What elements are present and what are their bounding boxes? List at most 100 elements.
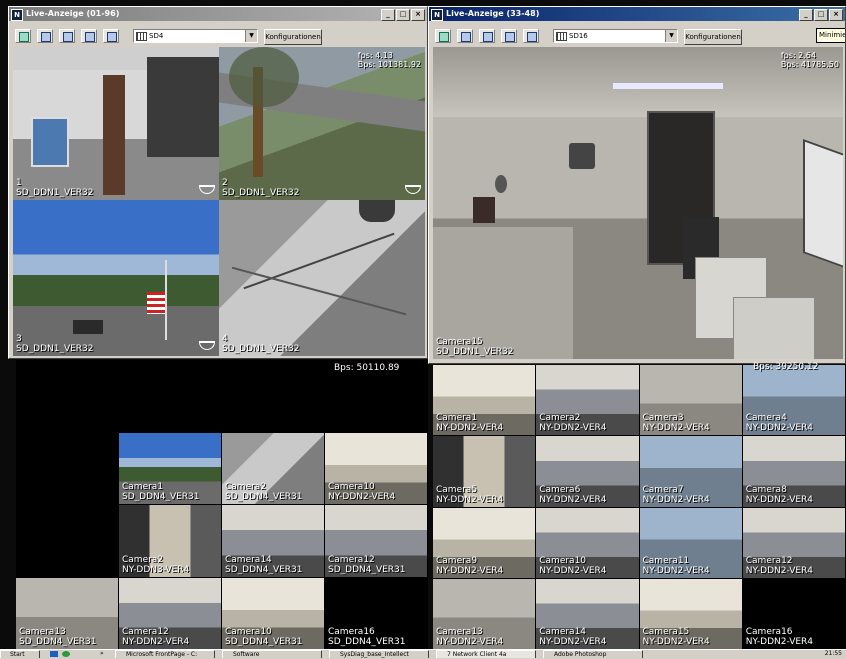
task-frontpage[interactable]: Microsoft FrontPage - C: — [115, 650, 215, 658]
camera-tile-2[interactable]: fps: 4.13 Bps: 101381.92 2 SD_DDN1_VER32 — [219, 47, 425, 200]
camera-tile[interactable]: Camera14 SD_DDN4_VER31 — [222, 505, 324, 577]
layout-25-button[interactable] — [103, 29, 119, 43]
fps-readout: fps: 2.64 Bps: 41785.50 — [780, 51, 839, 69]
camera-name: Camera11 — [642, 555, 690, 566]
dome-camera-icon — [199, 185, 215, 194]
camera-label: Camera12 SD_DDN4_VER31 — [328, 555, 406, 575]
camera-tile[interactable]: Camera1 NY-DDN2-VER4 — [433, 365, 536, 436]
camera-tile[interactable]: Camera4 NY-DDN2-VER4 — [742, 365, 845, 436]
layout-select[interactable]: SD4 ▼ — [133, 29, 258, 43]
task-photoshop[interactable]: Adobe Photoshop — [543, 650, 643, 658]
task-software[interactable]: Software — [222, 650, 322, 658]
camera-label: Camera1 SD_DDN4_VER31 — [122, 482, 200, 502]
camera-tile-4[interactable]: 4 SD_DDN1_VER32 — [219, 200, 425, 356]
layout-1-button[interactable] — [15, 29, 31, 43]
camera-tile[interactable] — [16, 432, 118, 504]
camera-tile[interactable]: Camera3 NY-DDN2-VER4 — [639, 365, 742, 436]
camera-host: NY-DDN2-VER4 — [745, 565, 814, 576]
left-window-titlebar[interactable]: N Live-Anzeige (01-96) _ □ × — [9, 7, 427, 21]
layout-16-button[interactable] — [501, 29, 517, 43]
camera-label: Camera1 NY-DDN2-VER4 — [436, 413, 503, 433]
camera-tile[interactable]: Camera7 NY-DDN2-VER4 — [639, 436, 742, 507]
camera-tile[interactable]: Camera14 NY-DDN2-VER4 — [536, 578, 639, 649]
config-button[interactable]: Konfigurationen — [684, 29, 742, 45]
layout-9-button[interactable] — [479, 29, 495, 43]
layout-9-button[interactable] — [59, 29, 75, 43]
camera-host: NY-DDN2-VER4 — [642, 423, 710, 434]
camera-label: 2 SD_DDN1_VER32 — [222, 178, 300, 198]
right-window-titlebar[interactable]: N Live-Anzeige (33-48) _ □ × — [429, 7, 845, 21]
camera-tile[interactable]: Camera13 NY-DDN2-VER4 — [433, 578, 536, 649]
camera-tile[interactable]: Camera8 NY-DDN2-VER4 — [742, 436, 845, 507]
layout-1-button[interactable] — [435, 29, 451, 43]
camera-name: Camera12 — [122, 627, 169, 637]
camera-label: Camera14 NY-DDN2-VER4 — [539, 627, 606, 647]
start-button[interactable]: Start — [0, 650, 40, 658]
video-area: 1 SD_DDN1_VER32 fps: 4.13 Bps: 101381.92… — [13, 47, 425, 356]
camera-tile[interactable]: Camera9 NY-DDN2-VER4 — [433, 507, 536, 578]
task-network-client[interactable]: 7 Network Client 4a — [436, 650, 536, 658]
app-icon: N — [431, 9, 443, 21]
camera-tile-3[interactable]: 3 SD_DDN1_VER32 — [13, 200, 219, 356]
camera-label: 4 SD_DDN1_VER32 — [222, 334, 300, 354]
camera-host: SD_DDN4_VER31 — [328, 637, 406, 647]
camera-label: Camera2 NY-DDN3-VER4 — [122, 555, 189, 575]
camera-tile[interactable]: Camera10 NY-DDN2-VER4 — [325, 432, 427, 504]
live-window-left[interactable]: N Live-Anzeige (01-96) _ □ × SD4 ▼ Konfi… — [8, 6, 428, 359]
more-icon[interactable]: » — [100, 650, 104, 658]
camera-tile[interactable]: Camera15 NY-DDN2-VER4 — [639, 578, 742, 649]
camera-host: NY-DDN2-VER4 — [328, 492, 396, 502]
camera-label: 3 SD_DDN1_VER32 — [16, 334, 94, 354]
live-window-right[interactable]: N Live-Anzeige (33-48) _ □ × SD16 ▼ Konf… — [428, 6, 846, 364]
maximize-button[interactable]: □ — [814, 9, 828, 21]
task-sysdiag[interactable]: SysDiag_base_Intellect — [329, 650, 429, 658]
camera-tile[interactable]: Camera12 SD_DDN4_VER31 — [325, 505, 427, 577]
close-button[interactable]: × — [411, 9, 425, 21]
camera-tile[interactable] — [119, 360, 221, 432]
quick-launch-icon[interactable] — [50, 651, 58, 657]
camera-tile[interactable] — [16, 505, 118, 577]
camera-tile[interactable]: Camera12 NY-DDN2-VER4 — [119, 577, 221, 649]
camera-name: Camera4 — [745, 413, 787, 424]
camera-tile[interactable]: Camera10 SD_DDN4_VER31 — [222, 577, 324, 649]
camera-name: Camera14 — [539, 627, 587, 637]
layout-4-button[interactable] — [37, 29, 53, 43]
camera-name: Camera5 — [436, 484, 478, 495]
grid-right: Camera1 NY-DDN2-VER4 Camera2 NY-DDN2-VER4 Ca… — [433, 362, 846, 650]
camera-tile[interactable]: Camera5 NY-DDN2-VER4 — [433, 436, 536, 507]
browser-icon[interactable] — [62, 651, 70, 657]
config-button[interactable]: Konfigurationen — [264, 29, 322, 45]
camera-tile-15-large[interactable]: fps: 2.64 Bps: 41785.50 Camera15 SD_DDN1… — [433, 47, 843, 359]
camera-host: NY-DDN2-VER4 — [745, 637, 814, 647]
camera-label: Camera16 SD_DDN4_VER31 — [328, 627, 406, 647]
camera-label: Camera10 NY-DDN2-VER4 — [539, 556, 606, 576]
layout-select[interactable]: SD16 ▼ — [553, 29, 678, 43]
camera-tile[interactable]: Camera6 NY-DDN2-VER4 — [536, 436, 639, 507]
camera-tile[interactable]: Camera12 NY-DDN2-VER4 — [742, 507, 845, 578]
right-window-title: Live-Anzeige (33-48) — [446, 9, 540, 18]
camera-tile[interactable]: Camera13 SD_DDN4_VER31 — [16, 577, 118, 649]
camera-tile[interactable]: Camera10 NY-DDN2-VER4 — [536, 507, 639, 578]
camera-label: Camera8 NY-DDN2-VER4 — [746, 485, 813, 505]
camera-tile-1[interactable]: 1 SD_DDN1_VER32 — [13, 47, 219, 200]
chevron-down-icon[interactable]: ▼ — [245, 30, 257, 42]
camera-tile[interactable]: Camera1 SD_DDN4_VER31 — [119, 432, 221, 504]
close-button[interactable]: × — [829, 9, 843, 21]
camera-host: NY-DDN2-VER4 — [436, 494, 504, 505]
layout-4-button[interactable] — [457, 29, 473, 43]
maximize-button[interactable]: □ — [396, 9, 410, 21]
minimize-button[interactable]: _ — [799, 9, 813, 21]
minimize-button[interactable]: _ — [381, 9, 395, 21]
layout-16-button[interactable] — [81, 29, 97, 43]
camera-tile[interactable]: Camera11 NY-DDN2-VER4 — [639, 507, 742, 578]
camera-tile[interactable]: Camera16 SD_DDN4_VER31 — [325, 577, 427, 649]
camera-tile[interactable]: Camera2 NY-DDN3-VER4 — [119, 505, 221, 577]
camera-tile[interactable]: Camera2 SD_DDN4_VER31 — [222, 432, 324, 504]
layout-25-button[interactable] — [523, 29, 539, 43]
camera-tile[interactable] — [222, 360, 324, 432]
camera-tile[interactable]: Camera16 NY-DDN2-VER4 — [742, 578, 845, 649]
camera-tile[interactable] — [16, 360, 118, 432]
camera-tile[interactable]: Camera2 NY-DDN2-VER4 — [536, 365, 639, 436]
camera-label: Camera14 SD_DDN4_VER31 — [225, 555, 303, 575]
chevron-down-icon[interactable]: ▼ — [665, 30, 677, 42]
